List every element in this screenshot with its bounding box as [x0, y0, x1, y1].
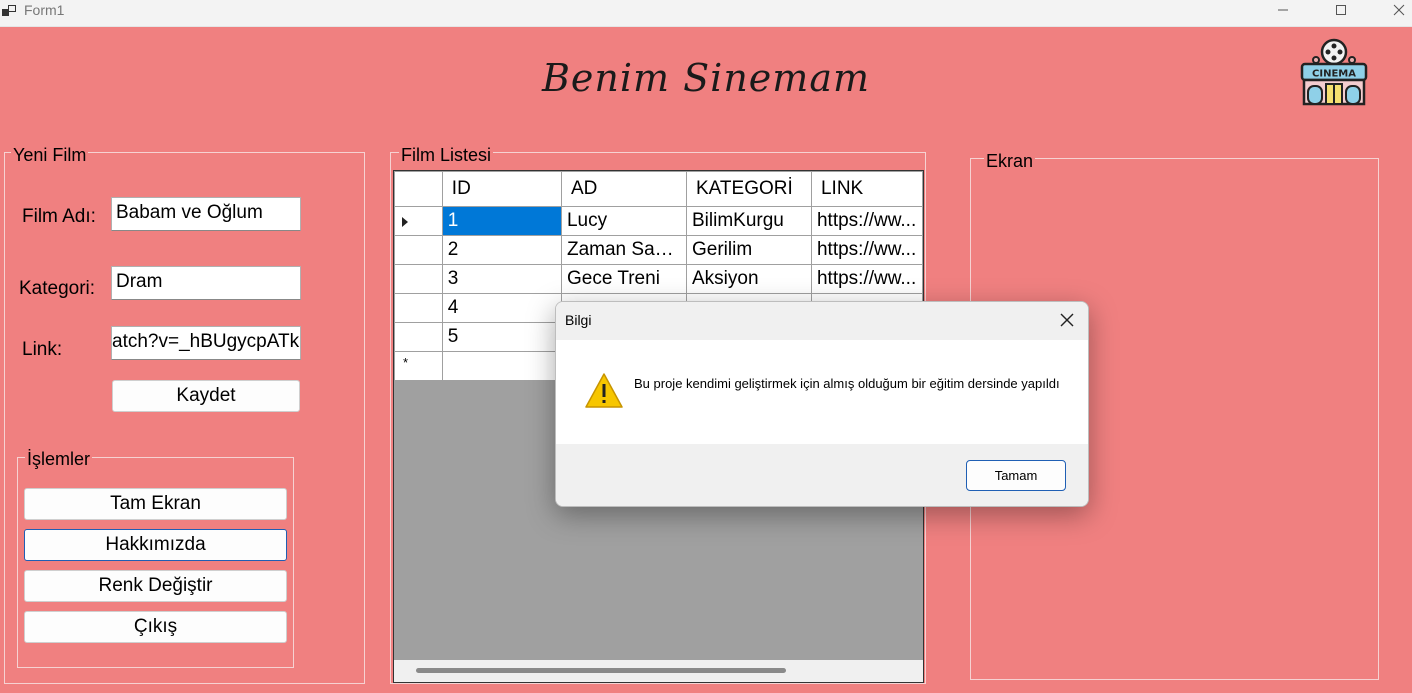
dialog-footer: Tamam: [556, 444, 1088, 506]
cell-id[interactable]: 4: [441, 293, 562, 323]
grid-corner-header[interactable]: [394, 171, 443, 207]
dialog-close-icon[interactable]: [1058, 311, 1076, 329]
row-header[interactable]: [394, 206, 443, 236]
cell-id[interactable]: 1: [441, 206, 562, 236]
cell-link[interactable]: https://ww...: [810, 264, 923, 294]
new-row-header[interactable]: *: [394, 351, 443, 381]
cell-link-text: https://ww...: [816, 210, 917, 231]
cell-id[interactable]: 5: [441, 322, 562, 352]
dialog-body: Bu proje kendimi geliştirmek için almış …: [556, 340, 1088, 444]
minimize-button[interactable]: [1260, 0, 1306, 20]
ok-button[interactable]: Tamam: [966, 460, 1066, 491]
save-button[interactable]: Kaydet: [112, 380, 300, 412]
exit-button[interactable]: Çıkış: [24, 611, 287, 643]
film-list-group-label: Film Listesi: [399, 145, 494, 166]
table-row[interactable]: 2 Zaman Sap... Gerilim https://ww...: [394, 235, 923, 265]
cell-ad-text: Lucy: [566, 210, 608, 231]
cell-ad-text: Zaman Sap...: [566, 239, 681, 260]
cell-link-text: https://ww...: [816, 268, 917, 289]
maximize-icon: [1336, 5, 1346, 15]
row-header[interactable]: [394, 293, 443, 323]
cell-ad[interactable]: Lucy: [560, 206, 687, 236]
category-input[interactable]: Dram: [111, 266, 301, 300]
new-row-marker: *: [403, 355, 409, 370]
grid-header-row: ID AD KATEGORİ LINK: [394, 171, 923, 207]
cell-kategori[interactable]: BilimKurgu: [685, 206, 812, 236]
logo-text: CINEMA: [1312, 69, 1356, 80]
new-film-group-label: Yeni Film: [11, 145, 89, 166]
cell-ad[interactable]: Zaman Sap...: [560, 235, 687, 265]
close-icon: [1393, 4, 1405, 16]
table-row[interactable]: 3 Gece Treni Aksiyon https://ww...: [394, 264, 923, 294]
cinema-logo-icon: CINEMA: [1300, 38, 1368, 106]
minimize-icon: [1278, 9, 1288, 11]
film-name-input[interactable]: Babam ve Oğlum: [111, 197, 301, 231]
cell-kategori[interactable]: Aksiyon: [685, 264, 812, 294]
column-header-ad[interactable]: AD: [560, 171, 687, 207]
column-header-id[interactable]: ID: [441, 171, 562, 207]
cell-id[interactable]: 3: [441, 264, 562, 294]
column-header-link[interactable]: LINK: [810, 171, 923, 207]
dialog-message: Bu proje kendimi geliştirmek için almış …: [634, 376, 1060, 391]
horizontal-scrollbar[interactable]: [394, 660, 923, 682]
warning-icon: [585, 373, 623, 408]
row-header[interactable]: [394, 235, 443, 265]
link-input[interactable]: atch?v=_hBUgycpATk: [111, 326, 301, 360]
current-row-arrow-icon: [402, 217, 408, 227]
cell-kategori-text: BilimKurgu: [691, 210, 784, 231]
new-row-cell[interactable]: [441, 351, 562, 381]
window-title: Form1: [24, 2, 65, 18]
page-title: Benim Sinemam: [541, 56, 871, 100]
cell-kategori-text: Gerilim: [691, 239, 753, 260]
screen-group-label: Ekran: [984, 151, 1036, 172]
cell-link[interactable]: https://ww...: [810, 235, 923, 265]
row-header[interactable]: [394, 264, 443, 294]
scrollbar-thumb[interactable]: [416, 668, 786, 673]
info-dialog: Bilgi Bu proje kendimi geliştirmek için …: [555, 301, 1089, 507]
cell-kategori-text: Aksiyon: [691, 268, 759, 289]
about-button[interactable]: Hakkımızda: [24, 529, 287, 561]
cell-kategori[interactable]: Gerilim: [685, 235, 812, 265]
cell-link[interactable]: https://ww...: [810, 206, 923, 236]
fullscreen-button[interactable]: Tam Ekran: [24, 488, 287, 520]
operations-group-label: İşlemler: [25, 449, 93, 470]
table-row[interactable]: 1 Lucy BilimKurgu https://ww...: [394, 206, 923, 236]
film-name-label: Film Adı:: [22, 206, 96, 227]
app-icon: [2, 5, 16, 16]
link-label: Link:: [22, 339, 63, 360]
cell-ad-text: Gece Treni: [566, 268, 660, 289]
close-button[interactable]: [1376, 0, 1412, 20]
row-header[interactable]: [394, 322, 443, 352]
category-label: Kategori:: [19, 278, 96, 299]
cell-ad[interactable]: Gece Treni: [560, 264, 687, 294]
change-color-button[interactable]: Renk Değiştir: [24, 570, 287, 602]
column-header-kategori[interactable]: KATEGORİ: [685, 171, 812, 207]
maximize-button[interactable]: [1318, 0, 1364, 20]
cell-link-text: https://ww...: [816, 239, 917, 260]
cell-id[interactable]: 2: [441, 235, 562, 265]
dialog-title: Bilgi: [565, 312, 592, 328]
window-titlebar: Form1: [0, 0, 1412, 27]
dialog-titlebar: Bilgi: [556, 302, 1088, 340]
